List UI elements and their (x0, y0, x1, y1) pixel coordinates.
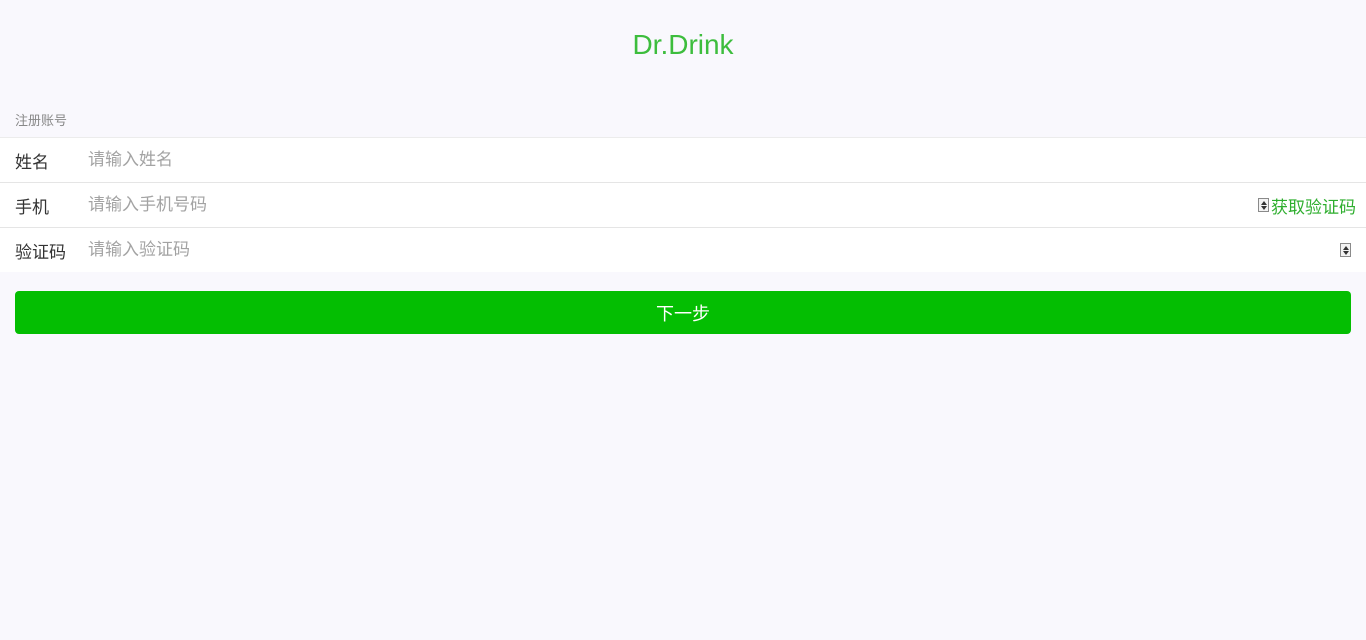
phone-label: 手机 (15, 197, 49, 218)
spinner-up-icon (1260, 200, 1267, 205)
code-row: 验证码 (0, 227, 1366, 272)
name-row: 姓名 (0, 138, 1366, 182)
code-spinner-icon[interactable] (1340, 243, 1351, 257)
phone-row: 手机 获取验证码 (0, 182, 1366, 227)
spinner-down-icon (1342, 250, 1349, 255)
name-input[interactable] (88, 145, 1366, 175)
name-label: 姓名 (15, 152, 49, 173)
section-label: 注册账号 (15, 114, 68, 129)
next-button[interactable]: 下一步 (15, 291, 1351, 334)
phone-input[interactable] (88, 190, 1258, 220)
code-input[interactable] (88, 235, 1340, 265)
code-label: 验证码 (15, 242, 66, 263)
spinner-up-icon (1342, 245, 1349, 250)
get-code-button[interactable]: 获取验证码 (1271, 193, 1356, 218)
register-page: Dr.Drink 注册账号 姓名 手机 获取验证码 验证码 下一步 (0, 0, 1366, 640)
app-title: Dr.Drink (632, 29, 734, 60)
spinner-down-icon (1260, 205, 1267, 210)
register-form: 姓名 手机 获取验证码 验证码 (0, 137, 1366, 272)
phone-spinner-icon[interactable] (1258, 198, 1269, 212)
